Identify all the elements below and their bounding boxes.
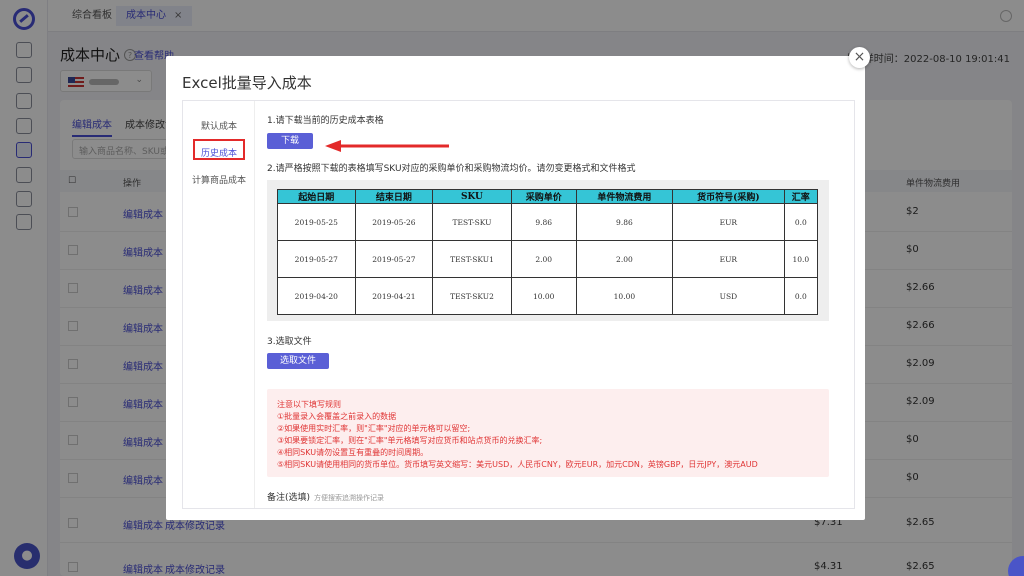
red-arrow-icon <box>325 140 449 152</box>
step-2-text: 2.请严格按照下载的表格填写SKU对应的采购单价和采购物流均价。请勿变更格式和文… <box>267 164 636 174</box>
cell: 10.0 <box>783 240 819 278</box>
modal-body: 默认成本 历史成本 计算商品成本 1.请下载当前的历史成本表格 下载 2.请严格… <box>182 100 855 509</box>
cell: 2019-05-26 <box>354 203 434 241</box>
remark-placeholder: 方便搜索追溯操作记录 <box>314 494 385 502</box>
modal-title: Excel批量导入成本 <box>182 74 312 92</box>
sample-table-image: 起始日期 结束日期 SKU 采购单价 单件物流费用 货币符号(采购) 汇率 20… <box>267 180 829 321</box>
cell: 10.00 <box>510 277 577 315</box>
cell: 0.0 <box>783 203 819 241</box>
sample-row: 2019-05-27 2019-05-27 TEST-SKU1 2.00 2.0… <box>277 240 819 278</box>
select-file-button[interactable]: 选取文件 <box>267 353 329 369</box>
notice-item: ①批量录入会覆盖之前录入的数据 <box>277 412 397 421</box>
header-start-date: 起始日期 <box>277 189 356 204</box>
cell: EUR <box>672 203 785 241</box>
nav-default-cost[interactable]: 默认成本 <box>183 119 255 132</box>
close-modal-button[interactable]: × <box>849 47 870 68</box>
cell: 2019-05-25 <box>277 203 356 241</box>
nav-history-cost[interactable]: 历史成本 <box>183 139 255 160</box>
notice-item: ②如果使用实时汇率，则"汇率"对应的单元格可以留空; <box>277 424 471 433</box>
sample-table: 起始日期 结束日期 SKU 采购单价 单件物流费用 货币符号(采购) 汇率 20… <box>277 189 819 315</box>
sample-row: 2019-04-20 2019-04-21 TEST-SKU2 10.00 10… <box>277 277 819 315</box>
step-1-text: 1.请下载当前的历史成本表格 <box>267 116 384 126</box>
header-currency: 货币符号(采购) <box>672 189 785 204</box>
highlight-box <box>193 139 245 160</box>
header-sku: SKU <box>432 189 512 204</box>
cell: TEST-SKU2 <box>432 277 512 315</box>
notice-item: ⑤相同SKU请使用相同的货币单位。货币填写英文缩写：美元USD，人民币CNY，欧… <box>277 460 758 469</box>
step-3-text: 3.选取文件 <box>267 337 312 347</box>
cell: 2019-04-20 <box>277 277 356 315</box>
sample-row: 2019-05-25 2019-05-26 TEST-SKU 9.86 9.86… <box>277 203 819 241</box>
cell: EUR <box>672 240 785 278</box>
header-unit-price: 采购单价 <box>510 189 577 204</box>
header-end-date: 结束日期 <box>354 189 434 204</box>
cell: TEST-SKU1 <box>432 240 512 278</box>
cell: 2019-05-27 <box>354 240 434 278</box>
remark-field[interactable]: 备注(选填) 方便搜索追溯操作记录 <box>267 490 384 503</box>
cell: 10.00 <box>575 277 674 315</box>
import-cost-modal: Excel批量导入成本 默认成本 历史成本 计算商品成本 1.请下载当前的历史成… <box>166 56 865 520</box>
cell: 0.0 <box>783 277 819 315</box>
notice-item: ④相同SKU请勿设置互有重叠的时间周期。 <box>277 448 429 457</box>
rules-notice: 注意以下填写规则 ①批量录入会覆盖之前录入的数据 ②如果使用实时汇率，则"汇率"… <box>267 389 829 477</box>
sample-header-row: 起始日期 结束日期 SKU 采购单价 单件物流费用 货币符号(采购) 汇率 <box>277 189 819 204</box>
cell: USD <box>672 277 785 315</box>
cell: 2.00 <box>575 240 674 278</box>
cell: 2019-05-27 <box>277 240 356 278</box>
cell: 2.00 <box>510 240 577 278</box>
notice-heading: 注意以下填写规则 <box>277 400 341 409</box>
cell: TEST-SKU <box>432 203 512 241</box>
cell: 9.86 <box>575 203 674 241</box>
header-rate: 汇率 <box>783 189 819 204</box>
notice-item: ③如果要锁定汇率，则在"汇率"单元格填写对应货币和站点货币的兑换汇率; <box>277 436 543 445</box>
nav-calc-cost[interactable]: 计算商品成本 <box>183 173 255 186</box>
cell: 2019-04-21 <box>354 277 434 315</box>
download-button[interactable]: 下载 <box>267 133 313 149</box>
modal-content: 1.请下载当前的历史成本表格 下载 2.请严格按照下载的表格填写SKU对应的采购… <box>255 101 854 508</box>
remark-label: 备注(选填) <box>267 493 311 503</box>
header-shipping: 单件物流费用 <box>575 189 674 204</box>
cost-type-nav: 默认成本 历史成本 计算商品成本 <box>183 101 255 508</box>
cell: 9.86 <box>510 203 577 241</box>
